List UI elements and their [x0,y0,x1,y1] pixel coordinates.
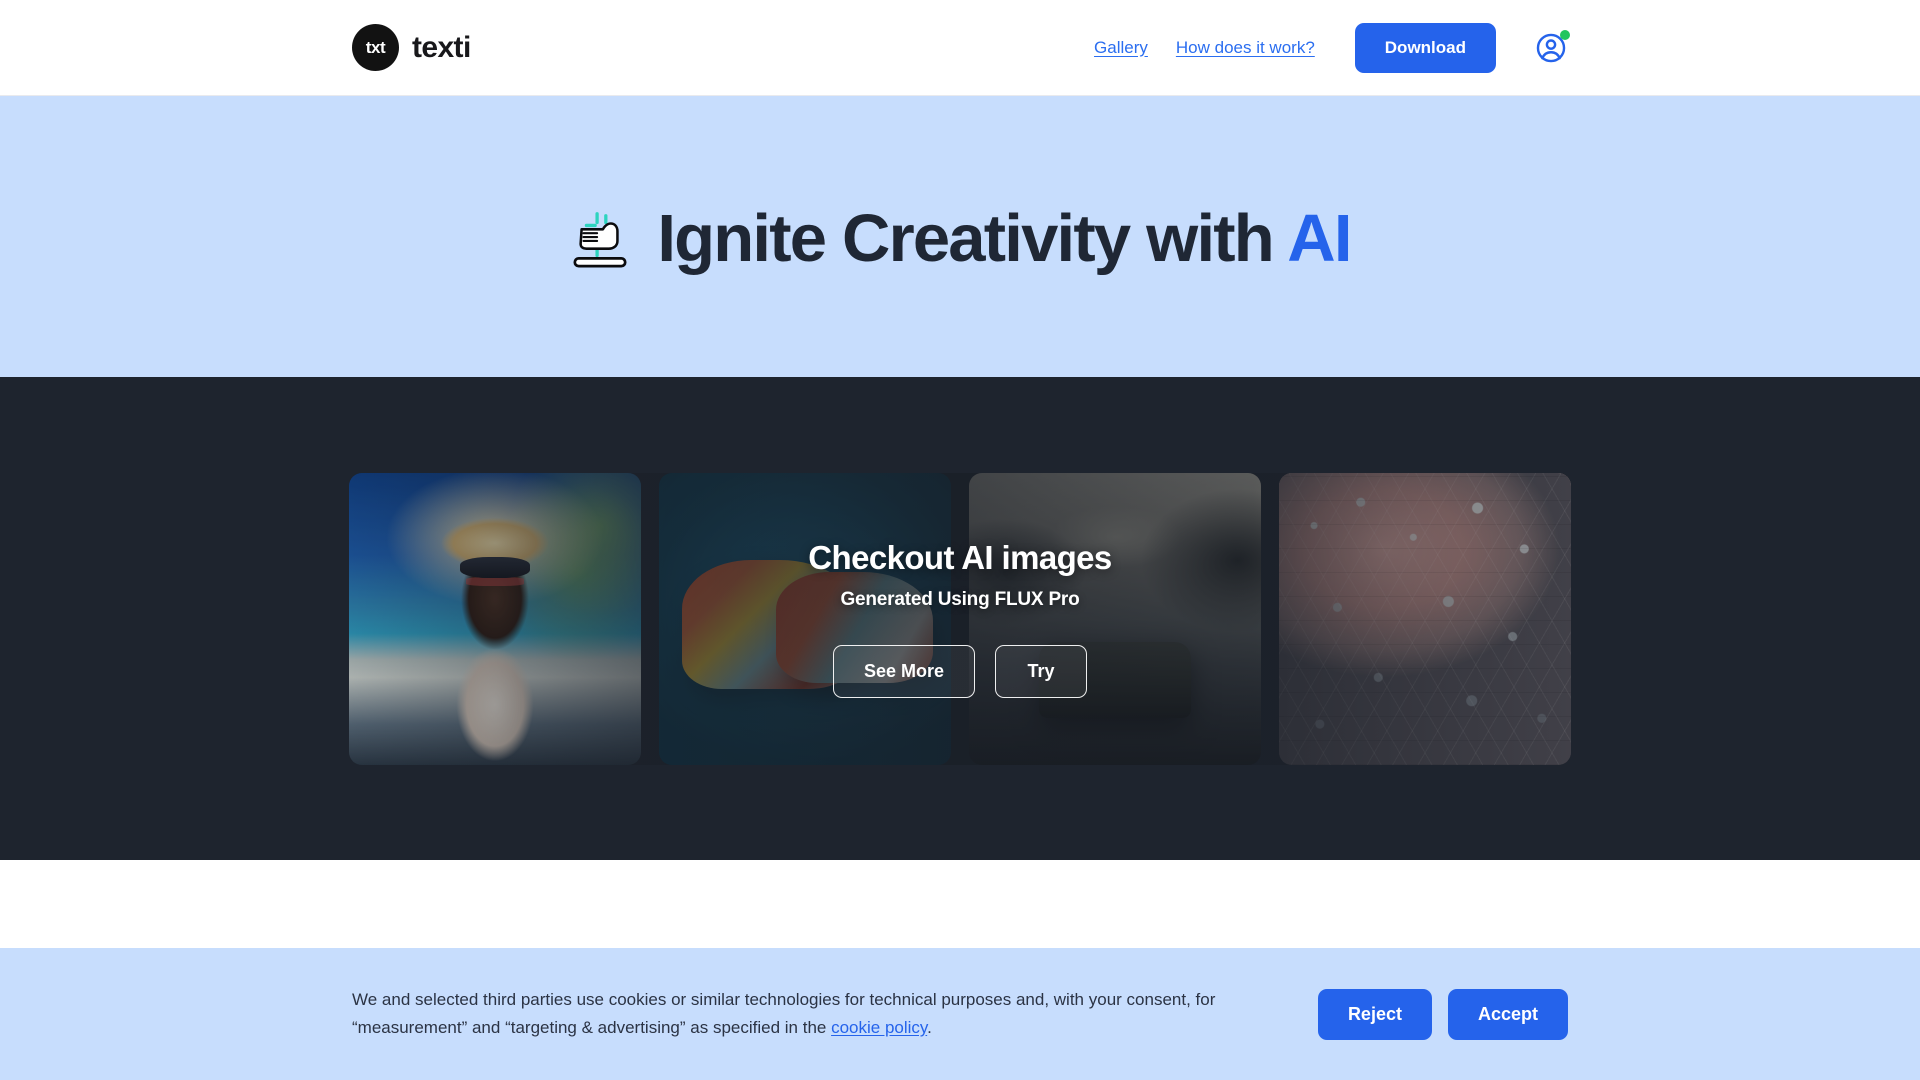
magic-hand-icon [573,211,627,267]
brand-logo[interactable]: txt texti [352,24,471,71]
status-dot-icon [1560,29,1570,40]
site-header: txt texti Gallery How does it work? Down… [0,0,1920,96]
hero-title-accent: AI [1287,200,1352,276]
gallery-tile-beach-woman[interactable] [349,472,641,765]
cookie-actions: Reject Accept [1317,988,1568,1040]
nav-link-gallery[interactable]: Gallery [1094,38,1148,58]
gallery-tile-molecular[interactable] [1279,472,1571,765]
gallery-strip: Checkout AI images Generated Using FLUX … [349,472,1571,765]
page-root: txt texti Gallery How does it work? Down… [0,0,1920,1080]
hero-section: Ignite Creativity with AI [0,96,1920,377]
header-nav: Gallery How does it work? Download [1094,22,1570,73]
cookie-consent-text: We and selected third parties use cookie… [352,986,1288,1041]
reject-cookies-button[interactable]: Reject [1317,988,1432,1040]
see-more-button[interactable]: See More [832,645,976,698]
accept-cookies-button[interactable]: Accept [1447,988,1568,1040]
hero-title: Ignite Creativity with AI [657,200,1352,276]
tile-scrim [1279,472,1571,765]
nav-link-how-does-it-work[interactable]: How does it work? [1176,38,1315,58]
cookie-policy-link[interactable]: cookie policy [831,1018,927,1037]
cookie-text-part1: We and selected third parties use cookie… [352,990,1216,1037]
hero-inner: Ignite Creativity with AI [569,200,1352,276]
account-avatar[interactable] [1534,29,1570,65]
gallery-section: Checkout AI images Generated Using FLUX … [0,377,1920,860]
try-button[interactable]: Try [995,645,1088,698]
content-spacer [0,860,1920,948]
download-button[interactable]: Download [1354,22,1496,73]
brand-mark-icon: txt [352,24,399,71]
cookie-consent-banner: We and selected third parties use cookie… [0,948,1920,1080]
gallery-overlay-title: Checkout AI images [808,539,1112,576]
brand-name: texti [412,30,471,64]
cookie-text-part2: . [927,1018,932,1037]
gallery-overlay-actions: See More Try [832,645,1088,698]
hero-title-main: Ignite Creativity with [657,200,1274,276]
gallery-overlay-subtitle: Generated Using FLUX Pro [840,589,1080,610]
overlay-content: Checkout AI images Generated Using FLUX … [808,539,1112,698]
tile-scrim [349,472,641,765]
